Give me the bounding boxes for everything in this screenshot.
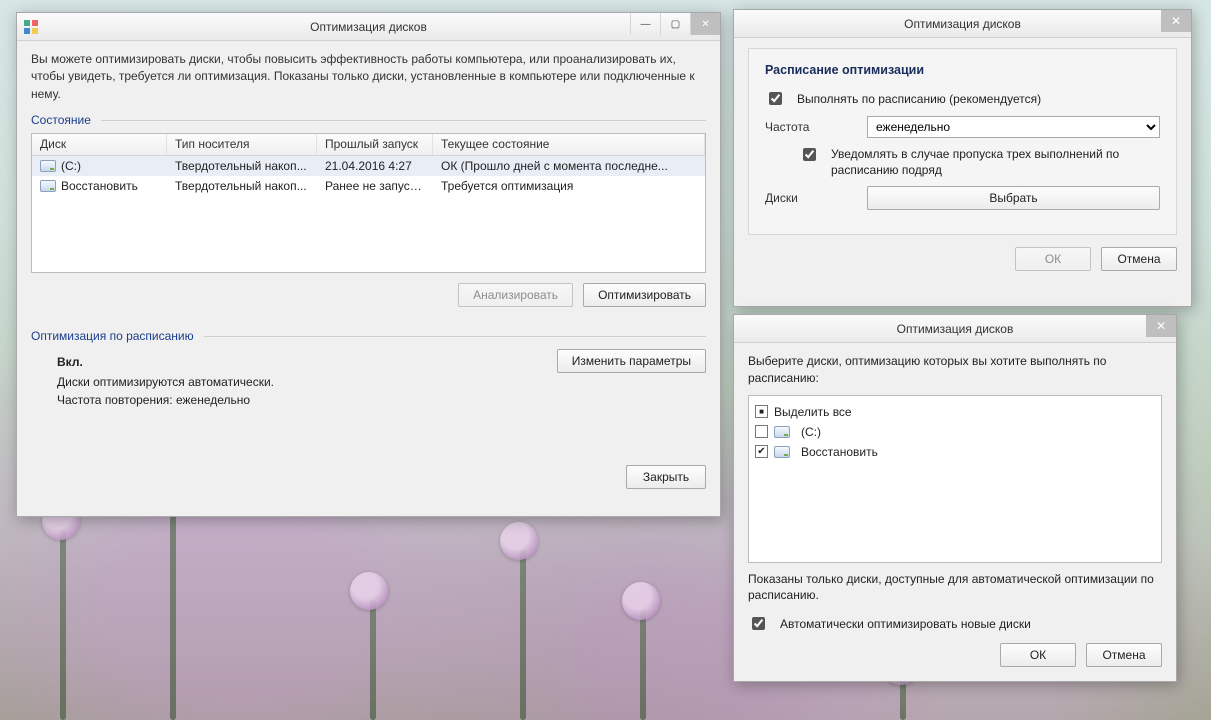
disk-checkbox[interactable] [755, 445, 768, 458]
titlebar[interactable]: Оптимизация дисков ✕ [734, 10, 1191, 38]
select-all-label: Выделить все [774, 405, 852, 419]
optimize-button[interactable]: Оптимизировать [583, 283, 706, 307]
schedule-state: Вкл. [57, 355, 557, 369]
window-title: Оптимизация дисков [734, 322, 1176, 336]
table-row[interactable]: Восстановить Твердотельный накоп... Ране… [32, 176, 705, 196]
col-lastrun[interactable]: Прошлый запуск [317, 134, 433, 155]
col-disk[interactable]: Диск [32, 134, 167, 155]
run-on-schedule-label: Выполнять по расписанию (рекомендуется) [797, 92, 1041, 106]
dialog-schedule-settings: Оптимизация дисков ✕ Расписание оптимиза… [733, 9, 1192, 307]
window-optimize-main: Оптимизация дисков — ▢ ✕ Вы можете оптим… [16, 12, 721, 517]
ok-button[interactable]: ОК [1015, 247, 1091, 271]
drive-icon [40, 180, 56, 192]
drive-listview[interactable]: Диск Тип носителя Прошлый запуск Текущее… [31, 133, 706, 273]
close-button[interactable]: ✕ [1161, 10, 1191, 32]
table-row[interactable]: (C:) Твердотельный накоп... 21.04.2016 4… [32, 156, 705, 176]
listview-header[interactable]: Диск Тип носителя Прошлый запуск Текущее… [32, 134, 705, 156]
drive-icon [774, 426, 790, 438]
notify-miss-label: Уведомлять в случае пропуска трех выполн… [831, 146, 1160, 178]
drive-icon [774, 446, 790, 458]
list-item[interactable]: Восстановить [755, 442, 1155, 462]
maximize-button[interactable]: ▢ [660, 13, 690, 35]
window-title: Оптимизация дисков [734, 17, 1191, 31]
minimize-button[interactable]: — [630, 13, 660, 35]
frequency-select[interactable]: еженедельно [867, 116, 1160, 138]
description-text: Вы можете оптимизировать диски, чтобы по… [31, 51, 706, 103]
defrag-icon [23, 19, 39, 35]
schedule-heading: Расписание оптимизации [765, 63, 1160, 77]
analyze-button[interactable]: Анализировать [458, 283, 573, 307]
frequency-label: Частота [765, 120, 855, 134]
select-all-checkbox[interactable] [755, 405, 768, 418]
disks-label: Диски [765, 191, 855, 205]
list-item[interactable]: (C:) [755, 422, 1155, 442]
close-button[interactable]: ✕ [690, 13, 720, 35]
schedule-section-label: Оптимизация по расписанию [31, 329, 194, 343]
change-settings-button[interactable]: Изменить параметры [557, 349, 706, 373]
state-section-label: Состояние [31, 113, 91, 127]
auto-new-label: Автоматически оптимизировать новые диски [780, 617, 1031, 631]
choose-note: Показаны только диски, доступные для авт… [748, 571, 1162, 605]
run-on-schedule-checkbox[interactable] [769, 92, 782, 105]
col-type[interactable]: Тип носителя [167, 134, 317, 155]
schedule-auto-text: Диски оптимизируются автоматически. [57, 375, 557, 389]
disk-checkbox[interactable] [755, 425, 768, 438]
titlebar[interactable]: Оптимизация дисков — ▢ ✕ [17, 13, 720, 41]
choose-prompt: Выберите диски, оптимизацию которых вы х… [748, 353, 1162, 387]
choose-disk-list[interactable]: Выделить все (C:) Восстановить [748, 395, 1162, 563]
schedule-frequency-text: Частота повторения: еженедельно [57, 393, 557, 407]
notify-miss-checkbox[interactable] [803, 148, 816, 161]
schedule-group: Расписание оптимизации Выполнять по расп… [748, 48, 1177, 235]
close-window-button[interactable]: Закрыть [626, 465, 706, 489]
window-title: Оптимизация дисков [17, 20, 720, 34]
ok-button[interactable]: ОК [1000, 643, 1076, 667]
cancel-button[interactable]: Отмена [1101, 247, 1177, 271]
titlebar[interactable]: Оптимизация дисков ✕ [734, 315, 1176, 343]
col-status[interactable]: Текущее состояние [433, 134, 705, 155]
select-all-item[interactable]: Выделить все [755, 402, 1155, 422]
dialog-choose-disks: Оптимизация дисков ✕ Выберите диски, опт… [733, 314, 1177, 682]
choose-disks-button[interactable]: Выбрать [867, 186, 1160, 210]
close-button[interactable]: ✕ [1146, 315, 1176, 337]
cancel-button[interactable]: Отмена [1086, 643, 1162, 667]
drive-icon [40, 160, 56, 172]
auto-new-checkbox[interactable] [752, 617, 765, 630]
